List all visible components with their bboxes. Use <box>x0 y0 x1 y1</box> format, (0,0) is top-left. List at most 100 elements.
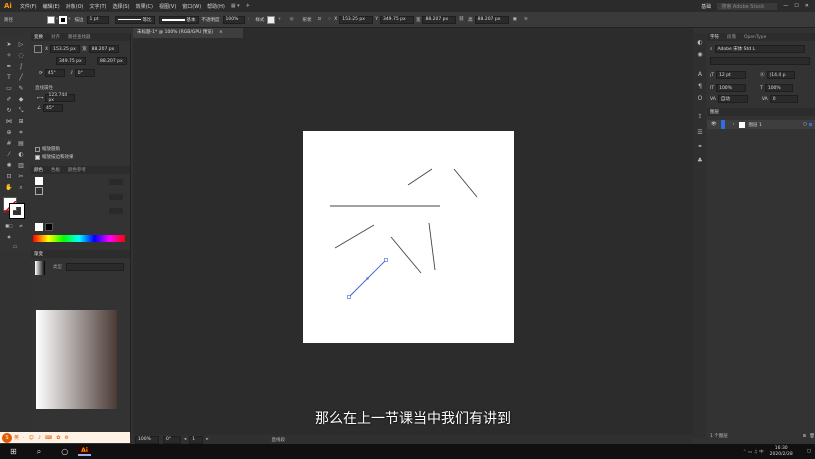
windows-start-icon[interactable]: ⊞ <box>10 447 17 456</box>
hand-tool-icon[interactable]: ✋ <box>4 184 14 192</box>
tab-opentype[interactable]: OpenType <box>744 35 766 40</box>
opentype-icon[interactable]: O <box>695 95 705 103</box>
prev-artboard-icon[interactable]: ◂ <box>184 437 186 442</box>
magic-wand-tool-icon[interactable]: ✧ <box>4 52 14 60</box>
reference-point-icon[interactable] <box>34 45 42 53</box>
next-artboard-icon[interactable]: ▸ <box>206 437 208 442</box>
transform-y-field[interactable]: 349.75 px <box>56 57 86 65</box>
minimize-icon[interactable]: — <box>783 3 788 9</box>
line-tool-icon[interactable]: ╱ <box>16 74 26 82</box>
color-value-field[interactable] <box>109 208 123 214</box>
close-tab-icon[interactable]: × <box>219 30 223 35</box>
tracking-field[interactable]: 0 <box>769 95 798 103</box>
recolor-icon[interactable]: ◎ <box>290 17 294 22</box>
paintbrush-tool-icon[interactable]: ✎ <box>16 85 26 93</box>
artboard-number-field[interactable]: 1 <box>189 435 204 444</box>
color-panel-stroke-icon[interactable] <box>35 187 43 195</box>
selection-tool-icon[interactable]: ➤ <box>4 41 14 49</box>
link-icon[interactable]: ⛓ <box>458 17 464 22</box>
isolate-icon[interactable]: ▣ <box>513 17 517 22</box>
menu-select[interactable]: 选择(S) <box>112 3 129 10</box>
ime-voice-icon[interactable]: ♪ <box>38 435 41 441</box>
gradient-ramp-preview[interactable] <box>36 310 117 409</box>
line-segment-6[interactable] <box>428 222 436 271</box>
opacity-field[interactable]: 100% <box>222 15 245 24</box>
rotate-view-select[interactable]: 0° <box>163 435 181 444</box>
properties-icon[interactable]: ◐ <box>695 39 705 47</box>
notification-icon[interactable]: ▢ <box>807 449 811 454</box>
ime-skin-icon[interactable]: ✿ <box>56 435 60 441</box>
mesh-tool-icon[interactable]: # <box>4 140 14 148</box>
ime-punct-icon[interactable]: · <box>23 435 25 441</box>
ime-tools-icon[interactable]: ⚙ <box>64 435 68 441</box>
close-icon[interactable]: ✕ <box>805 3 809 9</box>
tab-pathfinder[interactable]: 路径查找器 <box>68 34 91 40</box>
menu-file[interactable]: 文件(F) <box>20 3 37 10</box>
font-style-select[interactable] <box>710 57 810 65</box>
scale-tool-icon[interactable]: ⤡ <box>16 107 26 115</box>
ime-keyboard-icon[interactable]: ⌨ <box>45 435 52 441</box>
eyedropper-tool-icon[interactable]: ⁄ <box>4 151 14 159</box>
document-tab[interactable]: 未标题-1* @ 100% (RGB/GPU 预览) × <box>133 28 243 38</box>
black-swatch[interactable] <box>45 223 53 231</box>
menu-type[interactable]: 文字(T) <box>90 3 107 10</box>
reference-point-icon[interactable]: ⁘ <box>327 17 331 22</box>
stroke-label[interactable]: 描边 <box>75 17 84 23</box>
character-icon[interactable]: A <box>695 71 705 79</box>
current-tool-status[interactable]: 直线段 <box>272 437 286 443</box>
new-layer-icon[interactable]: ⊞ <box>803 434 807 439</box>
perspective-grid-tool-icon[interactable]: ⌗ <box>16 129 26 137</box>
ime-logo-icon[interactable]: S <box>2 432 12 443</box>
pen-tool-icon[interactable]: ✒ <box>4 63 14 71</box>
swap-colors-icon[interactable]: ⇄ <box>16 222 26 230</box>
export-icon[interactable]: ⇪ <box>695 113 705 121</box>
line-length-field[interactable]: 123.744 px <box>45 93 76 103</box>
w-field[interactable]: 88.207 px <box>422 15 457 24</box>
gradient-type-select[interactable] <box>66 263 124 271</box>
tab-paragraph[interactable]: 段落 <box>727 34 736 40</box>
width-tool-icon[interactable]: ⋈ <box>4 118 14 126</box>
horizontal-scale-field[interactable]: 100% <box>764 84 793 92</box>
leading-field[interactable]: (14.4 p <box>766 71 795 79</box>
graph-tool-icon[interactable]: ▥ <box>16 162 26 170</box>
slice-tool-icon[interactable]: ✂ <box>16 173 26 181</box>
search-stock-input[interactable]: 搜索 Adobe Stock <box>717 2 778 10</box>
opacity-label[interactable]: 不透明度 <box>202 17 220 23</box>
brush-definition[interactable]: 基本 <box>158 15 199 24</box>
menu-edit[interactable]: 编辑(E) <box>43 3 60 10</box>
font-size-field[interactable]: 12 pt <box>716 71 746 79</box>
menu-window[interactable]: 窗口(W) <box>182 3 201 10</box>
h-field[interactable]: 88.207 px <box>474 15 509 24</box>
type-tool-icon[interactable]: T <box>4 74 14 82</box>
panel-menu-icon[interactable]: ≡ <box>524 17 528 22</box>
color-spectrum[interactable] <box>33 235 125 242</box>
style-label[interactable]: 样式 <box>255 17 264 23</box>
fill-swatch-icon[interactable] <box>47 15 55 24</box>
line-segment-2[interactable] <box>453 168 478 198</box>
tab-layers[interactable]: 图层 <box>710 109 719 115</box>
draw-mode-icon[interactable]: ◉ <box>4 233 14 241</box>
delete-layer-icon[interactable]: 🗑 <box>809 434 815 439</box>
target-icon[interactable]: ○ <box>803 122 807 127</box>
free-transform-tool-icon[interactable]: ⊞ <box>16 118 26 126</box>
white-swatch[interactable] <box>35 223 43 231</box>
color-panel-fill-icon[interactable] <box>35 177 43 185</box>
libraries-icon[interactable]: ◉ <box>695 51 705 59</box>
tab-align[interactable]: 对齐 <box>51 34 60 40</box>
menu-effect[interactable]: 效果(C) <box>136 3 153 10</box>
stroke-weight-field[interactable]: 1 pt <box>86 15 109 24</box>
zoom-tool-icon[interactable]: ⌕ <box>16 184 26 192</box>
maximize-icon[interactable]: ☐ <box>794 3 798 9</box>
tab-swatches[interactable]: 色板 <box>51 167 60 173</box>
workspace-switcher[interactable]: 基础 <box>701 3 711 10</box>
shape-builder-tool-icon[interactable]: ⊕ <box>4 129 14 137</box>
lasso-tool-icon[interactable]: ◌ <box>16 52 26 60</box>
workspace-icon[interactable]: ▦ ▾ <box>231 3 240 9</box>
shear-field[interactable]: 0° <box>74 69 95 77</box>
scale-corners-checkbox[interactable] <box>35 146 40 152</box>
tab-character[interactable]: 字符 <box>710 34 719 40</box>
links-icon[interactable]: ⚭ <box>695 143 705 151</box>
rotate-field[interactable]: 45° <box>44 69 65 77</box>
illustrator-taskbar-icon[interactable]: Ai <box>78 447 91 456</box>
zoom-select[interactable]: 100% <box>135 435 159 444</box>
